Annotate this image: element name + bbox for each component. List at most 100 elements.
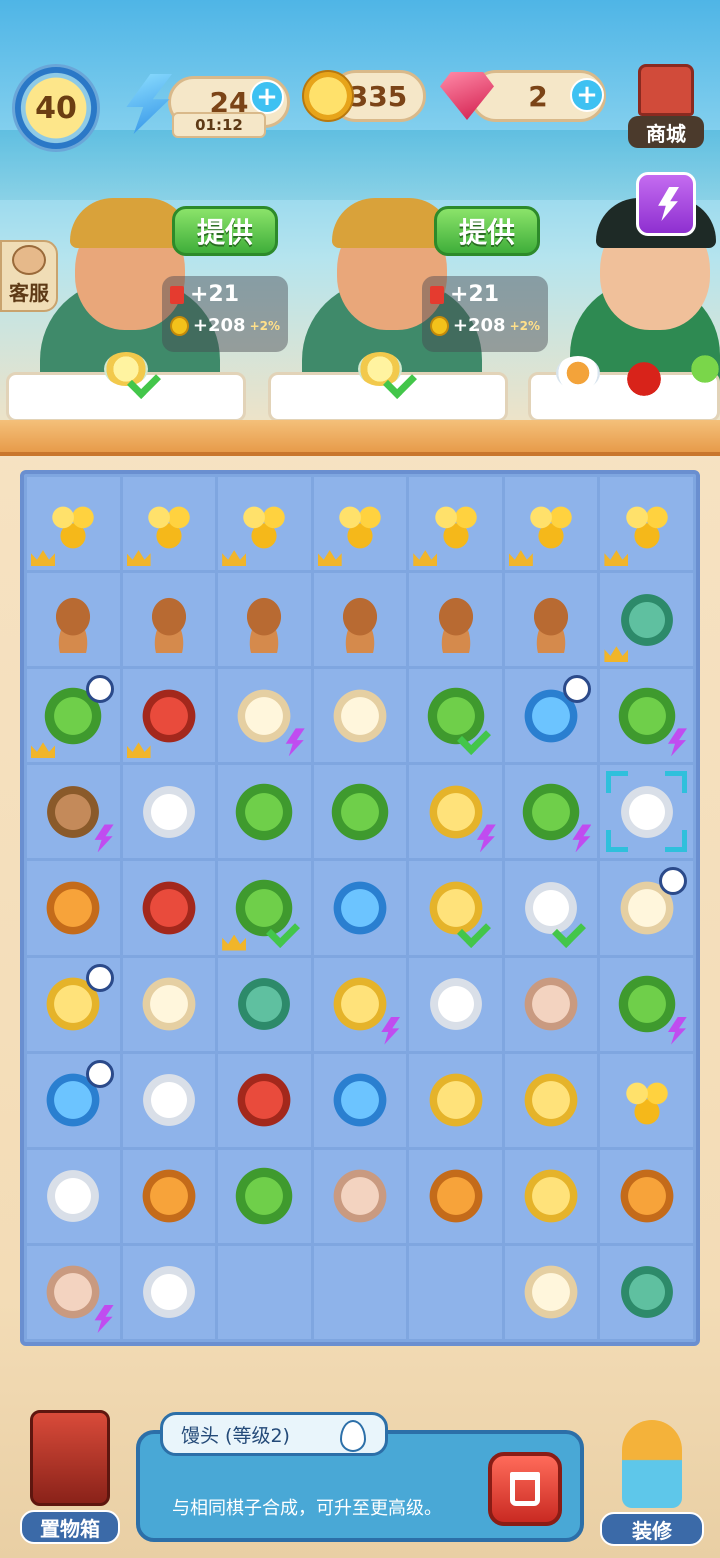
gold-coins-item[interactable] — [613, 490, 680, 557]
picnic-basket-item[interactable] — [40, 778, 107, 845]
plate-item[interactable] — [40, 1163, 107, 1230]
serve-button-1[interactable]: 提供 — [172, 206, 278, 256]
board-cell[interactable] — [504, 669, 598, 763]
board-cell[interactable] — [600, 573, 693, 667]
board-cell[interactable] — [600, 477, 693, 571]
board-cell[interactable] — [313, 669, 407, 763]
board-cell[interactable] — [27, 1053, 120, 1147]
board-cell[interactable] — [504, 1149, 598, 1243]
board-cell[interactable] — [504, 1245, 598, 1339]
board-cell[interactable] — [409, 1053, 502, 1147]
flour-bowl-item[interactable] — [135, 1259, 202, 1326]
dumpling-soup-item[interactable] — [613, 1259, 680, 1326]
pangolin-statue-item[interactable] — [231, 586, 298, 653]
fried-shrimp-item[interactable] — [422, 1163, 489, 1230]
coin-pile-item[interactable] — [613, 1067, 680, 1134]
board-cell[interactable] — [27, 1149, 120, 1243]
board-cell[interactable] — [122, 1053, 216, 1147]
board-cell[interactable] — [218, 669, 311, 763]
steamed-bun-item[interactable] — [518, 1259, 585, 1326]
board-cell[interactable] — [27, 477, 120, 571]
board-cell[interactable] — [409, 861, 502, 955]
gold-coin-item[interactable] — [422, 1067, 489, 1134]
board-cell[interactable] — [409, 573, 502, 667]
fish-platter-item[interactable] — [518, 1163, 585, 1230]
strawberry-item[interactable] — [231, 1067, 298, 1134]
board-cell[interactable] — [504, 1053, 598, 1147]
player-level-badge[interactable]: 40 — [12, 64, 100, 152]
board-cell[interactable] — [218, 1053, 311, 1147]
gift-bag-item[interactable] — [40, 1259, 107, 1326]
board-cell[interactable] — [122, 477, 216, 571]
info-drop-icon[interactable] — [340, 1420, 366, 1452]
blender-item[interactable] — [613, 971, 680, 1038]
board-cell[interactable] — [504, 957, 598, 1051]
board-cell[interactable] — [409, 765, 502, 859]
board-cell[interactable] — [122, 861, 216, 955]
oysters-item[interactable] — [135, 1067, 202, 1134]
lemon-squeezer-item[interactable] — [326, 778, 393, 845]
gold-coins-item[interactable] — [326, 490, 393, 557]
serve-button-2[interactable]: 提供 — [434, 206, 540, 256]
board-cell[interactable] — [122, 1245, 216, 1339]
add-energy-button[interactable]: + — [250, 80, 284, 114]
board-cell[interactable] — [504, 861, 598, 955]
board-cell[interactable] — [313, 573, 407, 667]
board-cell[interactable] — [218, 957, 311, 1051]
board-cell[interactable] — [313, 1149, 407, 1243]
honey-jar-item[interactable] — [326, 971, 393, 1038]
pig-statue-item[interactable] — [518, 586, 585, 653]
shrimp-item[interactable] — [326, 1163, 393, 1230]
board-cell[interactable] — [27, 1245, 120, 1339]
add-gems-button[interactable]: + — [570, 78, 604, 112]
board-cell[interactable] — [218, 765, 311, 859]
board-cell[interactable] — [218, 861, 311, 955]
board-cell[interactable] — [504, 573, 598, 667]
gold-coins-item[interactable] — [422, 490, 489, 557]
board-cell[interactable] — [409, 1149, 502, 1243]
board-cell[interactable] — [313, 477, 407, 571]
gold-coins-item[interactable] — [40, 490, 107, 557]
shop-button[interactable]: 商城 — [628, 64, 704, 148]
board-cell[interactable] — [122, 573, 216, 667]
dolphin-statue-item[interactable] — [326, 586, 393, 653]
panda-statue-item[interactable] — [135, 586, 202, 653]
green-kettle-item[interactable] — [231, 778, 298, 845]
speed-up-button[interactable] — [636, 172, 696, 236]
board-cell[interactable] — [409, 957, 502, 1051]
board-cell[interactable] — [122, 957, 216, 1051]
board-cell[interactable] — [409, 669, 502, 763]
watermelon-item[interactable] — [135, 874, 202, 941]
board-cell[interactable] — [600, 1245, 693, 1339]
board-cell[interactable] — [313, 957, 407, 1051]
corn-soup-bowl-item[interactable] — [613, 586, 680, 653]
juicer-item[interactable] — [613, 682, 680, 749]
board-cell[interactable] — [122, 669, 216, 763]
board-cell[interactable] — [122, 765, 216, 859]
paper-bag-item[interactable] — [518, 971, 585, 1038]
tea-cup-item[interactable] — [422, 971, 489, 1038]
grilled-fish-item[interactable] — [40, 874, 107, 941]
board-cell[interactable] — [27, 957, 120, 1051]
storage-box-button[interactable]: 置物箱 — [20, 1410, 120, 1546]
crab-rice-item[interactable] — [231, 971, 298, 1038]
balloons-item[interactable] — [518, 1067, 585, 1134]
board-cell[interactable] — [218, 477, 311, 571]
frying-pan-item[interactable] — [326, 682, 393, 749]
green-orb-item[interactable] — [231, 1163, 298, 1230]
monkey-statue-item[interactable] — [422, 586, 489, 653]
roast-meat-item[interactable] — [613, 1163, 680, 1230]
juice-blender-item[interactable] — [422, 778, 489, 845]
board-cell[interactable] — [27, 669, 120, 763]
board-cell[interactable] — [313, 861, 407, 955]
delete-item-button[interactable] — [488, 1452, 562, 1526]
board-cell[interactable] — [504, 765, 598, 859]
board-cell[interactable] — [313, 765, 407, 859]
mini-fridge-item[interactable] — [326, 874, 393, 941]
gift-chest-item[interactable] — [135, 682, 202, 749]
board-cell[interactable] — [600, 669, 693, 763]
decorate-button[interactable]: 装修 — [600, 1420, 704, 1546]
board-cell[interactable] — [218, 1149, 311, 1243]
board-cell[interactable] — [600, 957, 693, 1051]
board-cell[interactable] — [27, 861, 120, 955]
